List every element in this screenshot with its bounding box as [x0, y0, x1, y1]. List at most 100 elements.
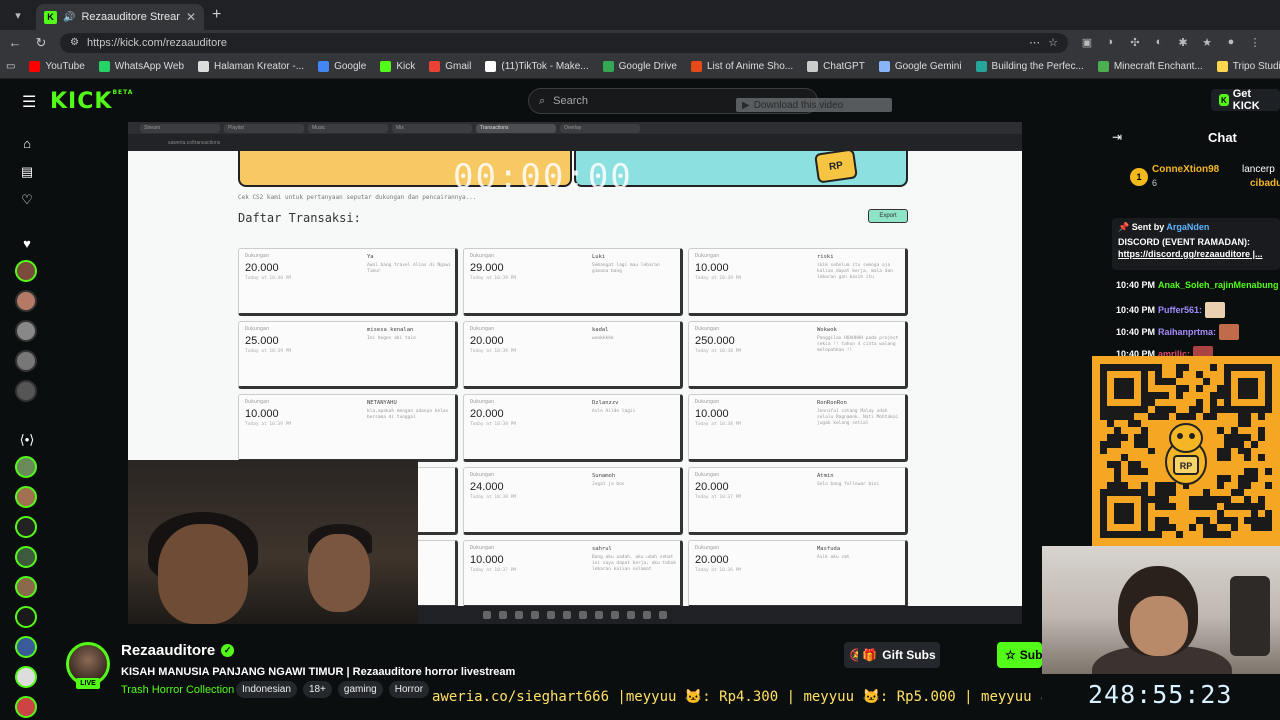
channel-avatar[interactable]: [15, 606, 37, 628]
channel-avatar[interactable]: [15, 380, 37, 402]
inner-address-bar: saweria.co/transactions: [128, 134, 1022, 151]
speaker-icon[interactable]: 🔊: [63, 12, 75, 23]
site-info-icon[interactable]: ⚙: [70, 37, 79, 48]
channel-avatar[interactable]: [15, 486, 37, 508]
url-field[interactable]: ⚙ https://kick.com/rezaauditore ⋯ ☆: [60, 32, 1068, 53]
channel-avatar[interactable]: [15, 636, 37, 658]
extension-icon[interactable]: ◐: [1152, 36, 1166, 49]
tab-search-icon[interactable]: ▾: [4, 3, 32, 27]
tag[interactable]: 18+: [302, 681, 332, 698]
favorites-icon[interactable]: ★: [1200, 36, 1214, 49]
home-icon[interactable]: ⌂: [19, 136, 35, 152]
streamer-name[interactable]: Rezaauditore ✓: [121, 642, 235, 659]
bookmark-item[interactable]: Halaman Kreator -...: [198, 61, 304, 72]
bookmark-item[interactable]: Google: [318, 61, 366, 72]
chat-message[interactable]: 10:40 PM Raihanprtma:: [1116, 324, 1240, 340]
pinned-message[interactable]: 📌 Sent by ArgaNden DISCORD (EVENT RAMADA…: [1112, 218, 1280, 270]
get-kick-button[interactable]: K Get KICK: [1211, 88, 1280, 112]
chat-username[interactable]: Puffer561:: [1158, 305, 1202, 315]
donor-name: Dzlanzzv: [592, 400, 619, 406]
inner-tab: Transactions: [476, 123, 556, 133]
bookmark-item[interactable]: Building the Perfec...: [975, 61, 1084, 72]
channel-avatar[interactable]: [15, 290, 37, 312]
bookmark-item[interactable]: Gmail: [429, 61, 471, 72]
close-tab-icon[interactable]: ✕: [186, 10, 196, 24]
bookmark-item[interactable]: Minecraft Enchant...: [1097, 61, 1203, 72]
chat-username[interactable]: Anak_Soleh_rajinMenabung: [1158, 280, 1279, 290]
tag[interactable]: Indonesian: [236, 681, 297, 698]
kick-logo[interactable]: KICKBETA: [50, 89, 133, 114]
followed-heart-icon[interactable]: ♥: [19, 236, 35, 252]
channel-avatar[interactable]: [15, 320, 37, 342]
subscribe-button[interactable]: ☆ Sub: [997, 642, 1042, 668]
gifter-name[interactable]: cibadu: [1250, 178, 1280, 189]
donation-time: Today at 10:36 PM: [695, 568, 742, 573]
extension-icon[interactable]: ◗: [1104, 36, 1118, 49]
new-tab-icon[interactable]: +: [212, 6, 221, 24]
transaction-card: Dukungan 29.000 Today at 10:39 PM Luki Seman…: [463, 248, 683, 316]
tag[interactable]: Horror: [388, 681, 430, 698]
more-icon[interactable]: ⋯: [1029, 36, 1040, 49]
bookmark-favicon-icon: [975, 61, 987, 72]
pinned-link[interactable]: https://discord.gg/rezaauditore |...: [1118, 249, 1274, 259]
channel-avatar[interactable]: [15, 696, 37, 718]
donor-name: NETANYAHU: [367, 400, 397, 406]
channel-avatar[interactable]: [15, 456, 37, 478]
kick-header: ☰ KICKBETA ⌕ Search ▶ Download this vide…: [0, 80, 1280, 122]
second-webcam: [1042, 546, 1280, 674]
bookmark-item[interactable]: YouTube: [29, 61, 85, 72]
channel-avatar[interactable]: [15, 576, 37, 598]
download-icon: ▶: [742, 99, 750, 111]
reading-list-icon[interactable]: ▭: [6, 61, 15, 72]
channel-avatar[interactable]: [15, 516, 37, 538]
extension-icon[interactable]: ✣: [1128, 36, 1142, 49]
browser-tab-active[interactable]: K 🔊 Rezaauditore Stream - Watch ✕: [36, 4, 204, 30]
channel-avatar[interactable]: [15, 350, 37, 372]
channel-avatar[interactable]: [15, 666, 37, 688]
pin-icon: 📌: [1118, 222, 1130, 232]
transaction-card: Dukungan 25.000 Today at 10:39 PM misesa ke…: [238, 321, 458, 389]
svg-text:RP: RP: [1180, 461, 1193, 471]
bookmarks-bar: ▭ YouTube WhatsApp Web Halaman Kreator -...…: [0, 55, 1280, 79]
chat-username[interactable]: Raihanprtma:: [1158, 327, 1216, 337]
bookmark-item[interactable]: Tripo Studio — Yo...: [1216, 61, 1280, 72]
bookmark-item[interactable]: Kick: [380, 61, 415, 72]
channel-avatar[interactable]: [15, 260, 37, 282]
recommended-icon[interactable]: ⟨•⟩: [19, 432, 35, 448]
extensions-puzzle-icon[interactable]: ✱: [1176, 36, 1190, 49]
bookmark-item[interactable]: ChatGPT: [807, 61, 865, 72]
tag[interactable]: gaming: [337, 681, 383, 698]
stream-category[interactable]: Trash Horror Collection: [121, 684, 234, 696]
donation-message: Semangat lagi mau lebaran gimana bang: [592, 263, 660, 274]
donor-name: Atmin: [817, 473, 834, 479]
chat-message[interactable]: 10:40 PM Puffer561:: [1116, 302, 1226, 318]
bookmark-item[interactable]: Google Gemini: [878, 61, 962, 72]
collapse-chat-icon[interactable]: ⇥: [1112, 130, 1122, 144]
bookmark-item[interactable]: WhatsApp Web: [98, 61, 184, 72]
emote-icon: [1205, 302, 1226, 318]
menu-icon[interactable]: ⋮: [1248, 36, 1262, 49]
gifter-name[interactable]: ConneXtion98: [1152, 164, 1219, 175]
donation-message: Selo bang followar bini: [817, 482, 880, 487]
bookmark-star-icon[interactable]: ☆: [1048, 36, 1058, 49]
extension-icons: ▣ ◗ ✣ ◐ ✱ ★ ● ⋮: [1080, 36, 1262, 49]
gift-subs-button[interactable]: 🎁 Gift Subs: [858, 642, 940, 668]
profile-icon[interactable]: ●: [1224, 36, 1238, 49]
channel-avatar[interactable]: [15, 546, 37, 568]
bookmark-item[interactable]: Google Drive: [602, 61, 677, 72]
gifter-name[interactable]: lancerp: [1242, 164, 1275, 175]
donation-message: wookkkkk: [592, 336, 614, 341]
transaction-card: Dukungan 20.000 Today at 10:40 PM Ya Awal ba…: [238, 248, 458, 316]
bookmark-item[interactable]: (11)TikTok - Make...: [485, 61, 589, 72]
menu-hamburger-icon[interactable]: ☰: [22, 92, 36, 112]
following-heart-icon[interactable]: ♡: [19, 192, 35, 208]
extension-icon[interactable]: ▣: [1080, 36, 1094, 49]
chat-message[interactable]: 10:40 PM Anak_Soleh_rajinMenabung: [1116, 280, 1279, 290]
browse-icon[interactable]: ▤: [19, 164, 35, 180]
download-video-button[interactable]: ▶ Download this video: [736, 98, 892, 112]
reload-icon[interactable]: ↻: [34, 35, 48, 51]
bookmark-item[interactable]: List of Anime Sho...: [690, 61, 793, 72]
info-text: Cek CS2 kami untuk pertanyaan seputar du…: [238, 194, 477, 201]
gifter-rank-icon: 1: [1130, 168, 1148, 186]
back-icon[interactable]: ←: [8, 35, 22, 50]
